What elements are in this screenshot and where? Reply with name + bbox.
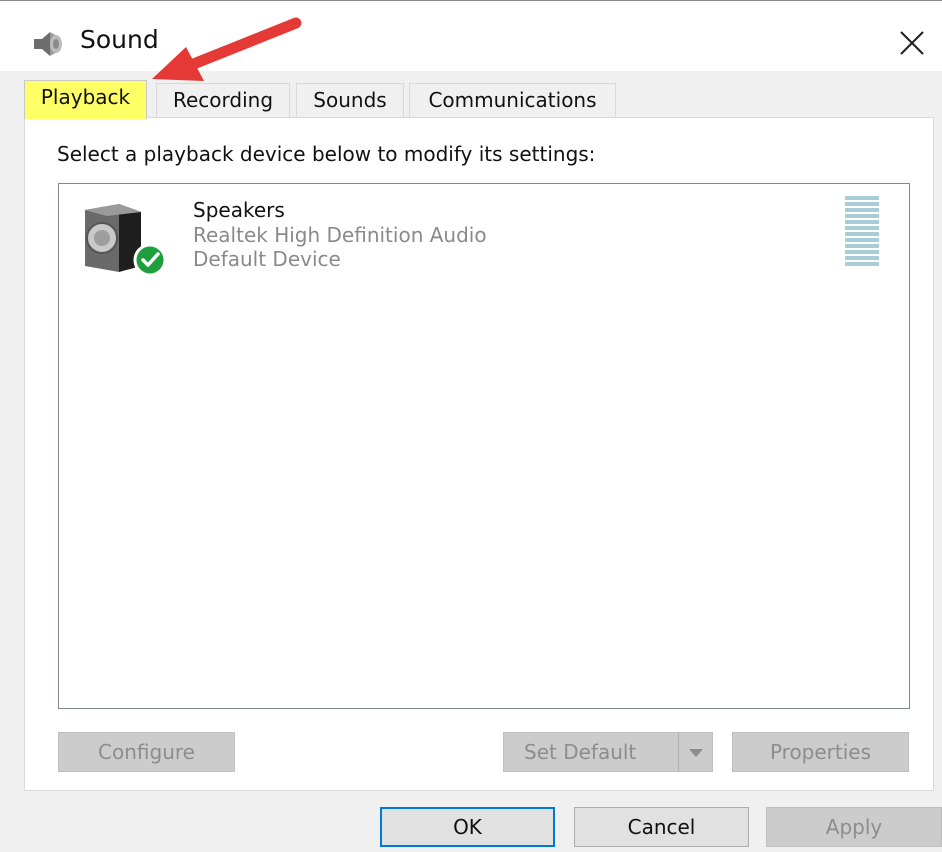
device-item-speakers[interactable]: Speakers Realtek High Definition Audio D…	[69, 192, 901, 278]
ok-button[interactable]: OK	[380, 807, 555, 847]
speaker-icon	[85, 204, 167, 276]
instruction-text: Select a playback device below to modify…	[57, 142, 596, 166]
close-icon	[900, 31, 924, 55]
tab-recording[interactable]: Recording	[156, 83, 290, 117]
volume-level-meter	[845, 196, 879, 268]
window-title: Sound	[80, 25, 159, 54]
device-name: Speakers	[193, 198, 285, 222]
set-default-label: Set Default	[524, 740, 637, 764]
device-status: Default Device	[193, 247, 341, 271]
speaker-icon	[34, 32, 62, 56]
close-button[interactable]	[888, 21, 934, 65]
device-list[interactable]: Speakers Realtek High Definition Audio D…	[58, 183, 910, 709]
tab-communications[interactable]: Communications	[409, 83, 616, 117]
chevron-down-icon	[689, 749, 703, 757]
set-default-dropdown[interactable]	[678, 733, 712, 771]
title-bar[interactable]: Sound	[0, 1, 942, 71]
cancel-button[interactable]: Cancel	[574, 807, 749, 847]
tab-playback[interactable]: Playback	[24, 80, 147, 119]
device-description: Realtek High Definition Audio	[193, 223, 487, 247]
playback-panel: Select a playback device below to modify…	[24, 117, 934, 791]
properties-button[interactable]: Properties	[732, 732, 909, 772]
default-checkmark-icon	[133, 243, 167, 276]
configure-button[interactable]: Configure	[58, 732, 235, 772]
set-default-button[interactable]: Set Default	[503, 732, 713, 772]
sound-dialog: Sound Playback Recording Sounds Communic…	[0, 0, 942, 852]
tab-sounds[interactable]: Sounds	[296, 83, 404, 117]
apply-button[interactable]: Apply	[766, 807, 942, 847]
